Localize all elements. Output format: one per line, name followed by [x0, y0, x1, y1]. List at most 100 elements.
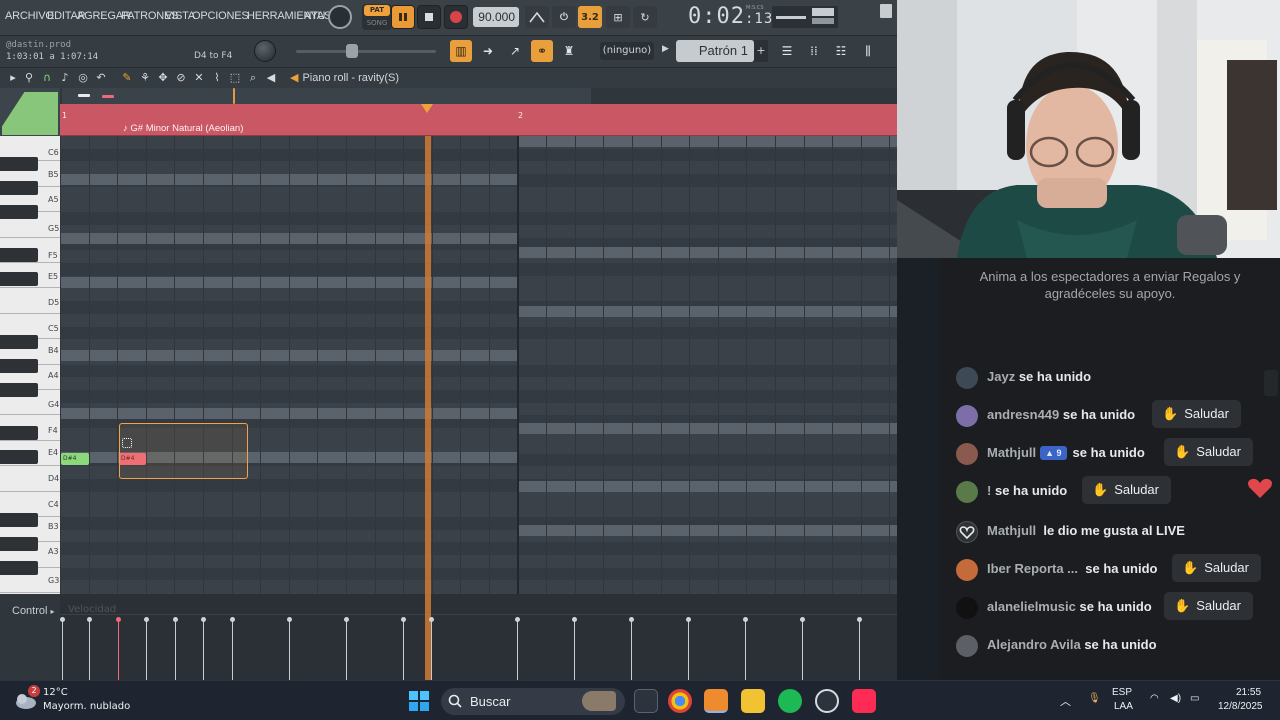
- timeline-overview[interactable]: [62, 88, 591, 104]
- master-pitch-thumb[interactable]: [346, 44, 358, 58]
- chat-username[interactable]: Mathjull: [987, 523, 1036, 538]
- pattern-add-button[interactable]: +: [754, 40, 768, 62]
- velocity-bar[interactable]: [118, 620, 119, 680]
- pattern-selector[interactable]: Patrón 1: [676, 40, 754, 62]
- arrow-button[interactable]: ➜: [477, 40, 499, 62]
- black-key[interactable]: [0, 383, 38, 397]
- velocity-bar[interactable]: [802, 620, 803, 680]
- saludar-button[interactable]: ✋ Saludar: [1164, 438, 1253, 466]
- mixer-button[interactable]: ☷: [830, 40, 852, 62]
- hat-button[interactable]: ♜: [558, 40, 580, 62]
- velocity-bar[interactable]: [745, 620, 746, 680]
- saludar-button[interactable]: ✋ Saludar: [1152, 400, 1241, 428]
- automation-button[interactable]: ↗: [504, 40, 526, 62]
- velocity-handle[interactable]: [572, 617, 577, 622]
- menu-vista[interactable]: VISTA: [165, 10, 195, 22]
- chat-username[interactable]: alanelielmusic: [987, 599, 1076, 614]
- tempo-display[interactable]: 90.000: [473, 7, 519, 27]
- volume-icon[interactable]: ◀): [1170, 693, 1181, 704]
- song-label[interactable]: SONG: [364, 18, 390, 28]
- avatar[interactable]: [956, 443, 978, 465]
- lang-layout[interactable]: LAA: [1114, 701, 1133, 712]
- velocity-bar[interactable]: [859, 620, 860, 680]
- lang-code[interactable]: ESP: [1112, 687, 1132, 698]
- piano-keyboard[interactable]: C6 B5 A5 G5 F5 E5 D5 C5 B4 A4 G4 F4 E4 D4 C4 B3 A3 G3: [0, 136, 60, 594]
- chat-username[interactable]: Alejandro Avila: [987, 637, 1081, 652]
- chat-username[interactable]: Jayz: [987, 369, 1015, 384]
- chat-username[interactable]: Mathjull: [987, 445, 1036, 460]
- velocity-bar[interactable]: [346, 620, 347, 680]
- pr-magnet-icon[interactable]: ⚲: [22, 70, 36, 85]
- chat-scrollbar[interactable]: [1264, 370, 1278, 396]
- pr-zoom-icon[interactable]: ⌕: [246, 70, 260, 85]
- obs-icon[interactable]: [815, 689, 839, 713]
- velocity-handle[interactable]: [116, 617, 121, 622]
- black-key[interactable]: [0, 157, 38, 171]
- tray-chevron-icon[interactable]: ︿: [1060, 693, 1071, 709]
- windows-start-icon[interactable]: [408, 690, 430, 712]
- avatar[interactable]: [956, 481, 978, 503]
- velocity-handle[interactable]: [344, 617, 349, 622]
- link-button[interactable]: ⚭: [531, 40, 553, 62]
- black-key[interactable]: [0, 181, 38, 195]
- velocity-bar[interactable]: [89, 620, 90, 680]
- note-ds4-ghost[interactable]: D#4: [61, 453, 89, 465]
- velocity-handle[interactable]: [230, 617, 235, 622]
- black-key[interactable]: [0, 537, 38, 551]
- spotify-icon[interactable]: [778, 689, 802, 713]
- weather-description[interactable]: Mayorm. nublado: [43, 701, 130, 712]
- chat-username[interactable]: !: [987, 483, 991, 498]
- file-explorer-icon[interactable]: [741, 689, 765, 713]
- velocity-bar[interactable]: [431, 620, 432, 680]
- wifi-icon[interactable]: ◠: [1150, 693, 1159, 704]
- task-view-icon[interactable]: [634, 689, 658, 713]
- clock-time[interactable]: 21:55: [1236, 687, 1261, 698]
- note-grid[interactable]: D#4 D#4: [60, 136, 897, 594]
- fl-studio-icon[interactable]: [704, 689, 728, 713]
- piano-roll-button[interactable]: ▥: [450, 40, 472, 62]
- velocity-bar[interactable]: [688, 620, 689, 680]
- velocity-bar[interactable]: [146, 620, 147, 680]
- stop-button[interactable]: [417, 5, 441, 29]
- ninguno-select[interactable]: (ninguno): [600, 42, 654, 60]
- velocity-handle[interactable]: [686, 617, 691, 622]
- microphone-icon[interactable]: 🎙: [1088, 693, 1101, 704]
- velocity-bar[interactable]: [403, 620, 404, 680]
- step-edit-button[interactable]: 3.2: [578, 6, 602, 28]
- velocity-handle[interactable]: [287, 617, 292, 622]
- scale-highlight-label[interactable]: ♪ G# Minor Natural (Aeolian): [123, 123, 243, 134]
- chrome-icon[interactable]: [668, 689, 692, 713]
- pr-speaker-icon[interactable]: ◀: [264, 70, 278, 85]
- velocity-handle[interactable]: [857, 617, 862, 622]
- velocity-bar[interactable]: [62, 620, 63, 680]
- velocity-handle[interactable]: [401, 617, 406, 622]
- avatar[interactable]: [956, 405, 978, 427]
- browser-button[interactable]: ⫼: [857, 40, 879, 62]
- avatar[interactable]: [956, 597, 978, 619]
- black-key[interactable]: [0, 272, 38, 286]
- clock-date[interactable]: 12/8/2025: [1218, 701, 1263, 712]
- saludar-button[interactable]: ✋ Saludar: [1164, 592, 1253, 620]
- event-control-label[interactable]: Control ▸: [0, 600, 60, 624]
- battery-icon[interactable]: ▭: [1190, 693, 1199, 704]
- pr-target-icon[interactable]: ◎: [76, 70, 90, 85]
- velocity-handle[interactable]: [173, 617, 178, 622]
- master-volume-knob[interactable]: [328, 5, 352, 29]
- black-key[interactable]: [0, 450, 38, 464]
- black-key[interactable]: [0, 426, 38, 440]
- pr-delete-icon[interactable]: ⊘: [174, 70, 188, 85]
- chat-username[interactable]: Iber Reporta ...: [987, 561, 1078, 576]
- tiktok-live-icon[interactable]: [852, 689, 876, 713]
- pr-brush-icon[interactable]: ⚘: [138, 70, 152, 85]
- main-pitch-knob[interactable]: [254, 40, 276, 62]
- pattern-play-icon[interactable]: ▶: [662, 44, 669, 54]
- velocity-handle[interactable]: [144, 617, 149, 622]
- velocity-handle[interactable]: [743, 617, 748, 622]
- black-key[interactable]: [0, 248, 38, 262]
- master-pitch-slider[interactable]: [296, 50, 436, 53]
- pr-menu-arrow-icon[interactable]: ▸: [6, 70, 20, 85]
- velocity-handle[interactable]: [87, 617, 92, 622]
- playlist-button[interactable]: ☰: [776, 40, 798, 62]
- pr-paint-icon[interactable]: ✥: [156, 70, 170, 85]
- velocity-bar[interactable]: [574, 620, 575, 680]
